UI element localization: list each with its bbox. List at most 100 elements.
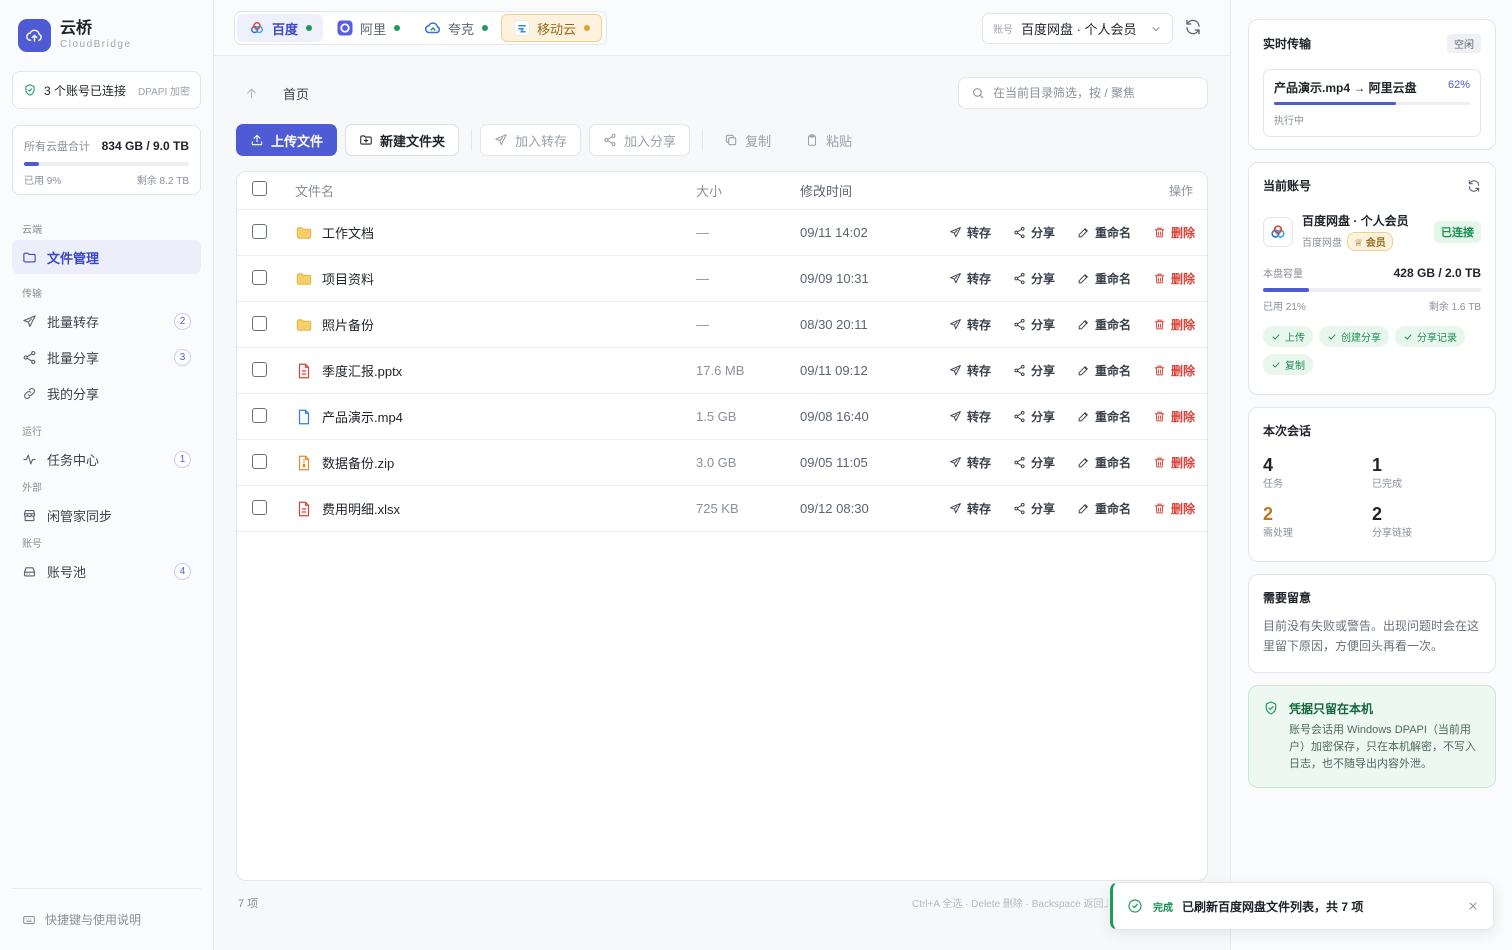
transfer-action[interactable]: 转存: [949, 270, 991, 287]
row-checkbox[interactable]: [252, 270, 267, 285]
sidebar-item-file-manager[interactable]: 文件管理: [12, 240, 201, 274]
transfer-action[interactable]: 转存: [949, 316, 991, 333]
sidebar-item-xianguanjia-sync[interactable]: 闲管家同步: [12, 498, 201, 532]
delete-action[interactable]: 删除: [1153, 500, 1195, 517]
delete-action[interactable]: 删除: [1153, 224, 1195, 241]
delete-action[interactable]: 删除: [1153, 408, 1195, 425]
header-name[interactable]: 文件名: [295, 181, 334, 200]
copy-button[interactable]: 复制: [711, 124, 784, 156]
table-row[interactable]: 工作文档 — 09/11 14:02 转存 分享 重命名 删除: [237, 210, 1207, 256]
rename-action[interactable]: 重命名: [1077, 362, 1131, 379]
file-name-cell: 费用明细.xlsx: [295, 499, 400, 518]
rename-action[interactable]: 重命名: [1077, 316, 1131, 333]
edit-icon: [1078, 228, 1088, 238]
file-modified: 09/08 16:40: [800, 409, 869, 424]
share-action[interactable]: 分享: [1013, 270, 1055, 287]
row-checkbox[interactable]: [252, 316, 267, 331]
add-transfer-button[interactable]: 加入转存: [480, 124, 582, 156]
tab-baidu[interactable]: 百度: [237, 14, 324, 42]
account-select[interactable]: 账号 百度网盘 · 个人会员: [982, 13, 1173, 44]
tab-mobile-cloud[interactable]: 移动云: [501, 14, 603, 42]
share-action[interactable]: 分享: [1013, 316, 1055, 333]
delete-action[interactable]: 删除: [1153, 270, 1195, 287]
table-row[interactable]: 费用明细.xlsx 725 KB 09/12 08:30 转存 分享 重命名 删除: [237, 486, 1207, 532]
filter-input[interactable]: [993, 86, 1183, 100]
table-row[interactable]: 数据备份.zip 3.0 GB 09/05 11:05 转存 分享 重命名 删除: [237, 440, 1207, 486]
sidebar-item-task-center[interactable]: 任务中心 1: [12, 442, 201, 476]
tab-quark[interactable]: 夸克: [413, 14, 499, 42]
file-name[interactable]: 工作文档: [322, 223, 374, 242]
table-row[interactable]: 项目资料 — 09/09 10:31 转存 分享 重命名 删除: [237, 256, 1207, 302]
table-row[interactable]: 照片备份 — 08/30 20:11 转存 分享 重命名 删除: [237, 302, 1207, 348]
share-action[interactable]: 分享: [1013, 362, 1055, 379]
delete-action[interactable]: 删除: [1153, 454, 1195, 471]
current-account-card: 当前账号 百度网盘 · 个人会员 百度网盘 ♕ 会员 已连接 本盘容量 428 …: [1248, 162, 1496, 395]
folder-icon: [295, 224, 322, 242]
select-all-checkbox[interactable]: [252, 181, 267, 196]
arrow-up-icon[interactable]: [244, 86, 259, 101]
rename-action[interactable]: 重命名: [1077, 454, 1131, 471]
new-folder-button[interactable]: 新建文件夹: [345, 124, 460, 156]
transfer-action[interactable]: 转存: [949, 408, 991, 425]
file-name[interactable]: 季度汇报.pptx: [322, 361, 402, 380]
file-modified: 09/11 14:02: [800, 225, 868, 240]
paste-button[interactable]: 粘贴: [792, 124, 865, 156]
sidebar-item-account-pool[interactable]: 账号池 4: [12, 554, 201, 588]
transfer-item[interactable]: 产品演示.mp4 → 阿里云盘 62% 执行中: [1263, 69, 1481, 137]
rename-action[interactable]: 重命名: [1077, 270, 1131, 287]
sidebar-item-label: 我的分享: [47, 386, 100, 402]
close-icon[interactable]: [1467, 900, 1479, 912]
file-name[interactable]: 照片备份: [322, 315, 374, 334]
rename-action[interactable]: 重命名: [1077, 500, 1131, 517]
refresh-icon[interactable]: [1467, 179, 1481, 193]
table-row[interactable]: 产品演示.mp4 1.5 GB 09/08 16:40 转存 分享 重命名 删除: [237, 394, 1207, 440]
sidebar-item-batch-transfer[interactable]: 批量转存 2: [12, 304, 201, 338]
add-share-button[interactable]: 加入分享: [589, 124, 691, 156]
row-checkbox[interactable]: [252, 454, 267, 469]
upload-icon: [251, 134, 263, 146]
tab-aliyun[interactable]: 阿里: [325, 14, 411, 42]
upload-button[interactable]: 上传文件: [236, 124, 338, 156]
transfer-action[interactable]: 转存: [949, 362, 991, 379]
row-checkbox[interactable]: [252, 500, 267, 515]
account-select-value: 百度网盘 · 个人会员: [1021, 22, 1137, 37]
delete-action[interactable]: 删除: [1153, 362, 1195, 379]
share-action[interactable]: 分享: [1013, 224, 1055, 241]
row-checkbox[interactable]: [252, 362, 267, 377]
delete-action[interactable]: 删除: [1153, 316, 1195, 333]
row-checkbox[interactable]: [252, 408, 267, 423]
rename-action-label: 重命名: [1094, 364, 1131, 378]
transfer-action[interactable]: 转存: [949, 224, 991, 241]
rename-action[interactable]: 重命名: [1077, 408, 1131, 425]
file-icon: [295, 362, 322, 380]
table-row[interactable]: 季度汇报.pptx 17.6 MB 09/11 09:12 转存 分享 重命名 删除: [237, 348, 1207, 394]
session-stat: 4 任务: [1263, 455, 1372, 490]
send-icon: [950, 227, 961, 238]
header-size[interactable]: 大小: [696, 181, 722, 200]
share-action-label: 分享: [1030, 226, 1055, 240]
file-name[interactable]: 产品演示.mp4: [322, 407, 403, 426]
transfer-action[interactable]: 转存: [949, 454, 991, 471]
stat-number: 1: [1372, 455, 1383, 475]
rename-action[interactable]: 重命名: [1077, 224, 1131, 241]
share-action[interactable]: 分享: [1013, 500, 1055, 517]
sidebar-item-batch-share[interactable]: 批量分享 3: [12, 340, 201, 374]
file-name[interactable]: 项目资料: [322, 269, 374, 288]
shortcuts-help-link[interactable]: 快捷键与使用说明: [12, 888, 201, 928]
refresh-button[interactable]: [1184, 18, 1202, 36]
share-action[interactable]: 分享: [1013, 454, 1055, 471]
file-name[interactable]: 费用明细.xlsx: [322, 499, 400, 518]
file-name[interactable]: 数据备份.zip: [322, 453, 394, 472]
transfer-action[interactable]: 转存: [949, 500, 991, 517]
shortcut-hint: Ctrl+A 全选 · Delete 删除 · Backspace 返回上级: [912, 899, 1108, 910]
breadcrumb-home[interactable]: 首页: [283, 84, 309, 103]
share-action[interactable]: 分享: [1013, 408, 1055, 425]
toast-notification: 完成 已刷新百度网盘文件列表，共 7 项: [1110, 882, 1494, 930]
trash-icon: [1154, 365, 1165, 376]
row-checkbox[interactable]: [252, 224, 267, 239]
credential-title: 凭据只留在本机: [1289, 702, 1374, 716]
nav-section-external: 外部: [22, 483, 42, 494]
sidebar-item-my-shares[interactable]: 我的分享: [12, 376, 201, 410]
header-time[interactable]: 修改时间: [800, 181, 852, 200]
quark-icon: [425, 22, 441, 34]
